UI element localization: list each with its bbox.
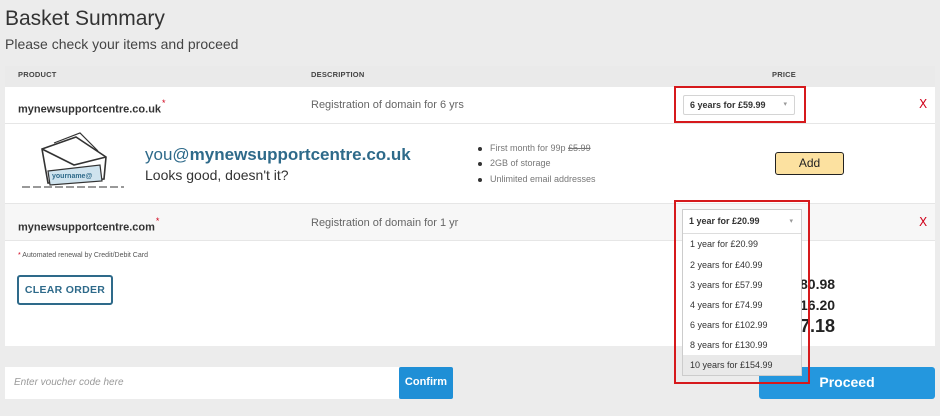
column-header-product: PRODUCT bbox=[18, 70, 57, 79]
envelope-label: yourname@ bbox=[52, 173, 93, 180]
remove-item-button[interactable]: X bbox=[919, 97, 927, 111]
bullet-icon bbox=[478, 161, 482, 166]
row-divider bbox=[5, 123, 935, 124]
highlight-box bbox=[674, 86, 806, 123]
bullet-icon bbox=[478, 146, 482, 151]
voucher-input[interactable]: Enter voucher code here bbox=[5, 367, 399, 399]
column-header-price: PRICE bbox=[772, 70, 796, 79]
page-title: Basket Summary bbox=[5, 7, 165, 30]
email-domain: mynewsupportcentre.co.uk bbox=[189, 145, 411, 164]
page-subtitle: Please check your items and proceed bbox=[5, 36, 239, 52]
email-tagline: Looks good, doesn't it? bbox=[145, 167, 289, 183]
add-email-button[interactable]: Add bbox=[775, 152, 844, 175]
feature-item: First month for 99p £5.99 bbox=[478, 143, 591, 153]
column-header-description: DESCRIPTION bbox=[311, 70, 365, 79]
required-asterisk: * bbox=[162, 98, 166, 108]
product-name: mynewsupportcentre.co.uk bbox=[18, 103, 162, 116]
product-description: Registration of domain for 6 yrs bbox=[311, 99, 464, 111]
required-asterisk: * bbox=[155, 216, 160, 226]
old-price: £5.99 bbox=[568, 143, 591, 153]
feature-item: 2GB of storage bbox=[478, 158, 551, 168]
renewal-note: * Automated renewal by Credit/Debit Card bbox=[18, 252, 148, 259]
email-preview: you@mynewsupportcentre.co.uk bbox=[145, 145, 411, 165]
confirm-voucher-button[interactable]: Confirm bbox=[399, 367, 453, 399]
table-row-product: mynewsupportcentre.co.uk* bbox=[18, 98, 166, 117]
product-description: Registration of domain for 1 yr bbox=[311, 217, 459, 229]
product-name: mynewsupportcentre.com bbox=[18, 221, 155, 234]
envelope-icon bbox=[18, 127, 128, 193]
bullet-icon bbox=[478, 177, 482, 182]
table-row-product: mynewsupportcentre.com* bbox=[18, 216, 159, 235]
highlight-box bbox=[674, 200, 810, 384]
email-prefix: you@ bbox=[145, 145, 190, 164]
feature-item: Unlimited email addresses bbox=[478, 174, 596, 184]
clear-order-button[interactable]: CLEAR ORDER bbox=[17, 275, 113, 305]
required-asterisk: * bbox=[18, 252, 21, 259]
remove-item-button[interactable]: X bbox=[919, 215, 927, 229]
